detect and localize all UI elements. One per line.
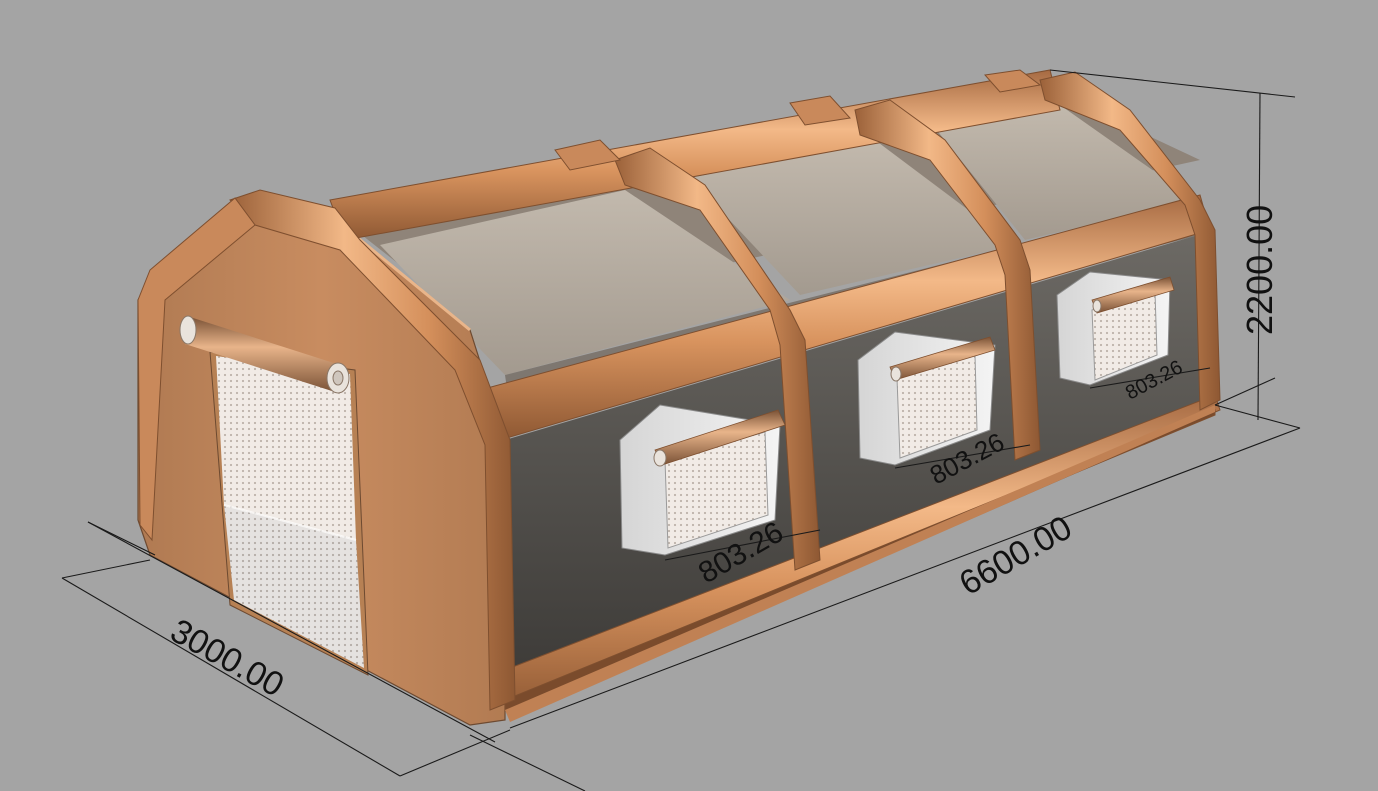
inflatable-spray-booth-drawing: 2200.00 6600.00 3000.00 803.26 803.26 80… (61, 69, 1301, 791)
length-dimension-label: 6600.00 (953, 509, 1078, 603)
height-dimension-label: 2200.00 (1239, 205, 1280, 335)
